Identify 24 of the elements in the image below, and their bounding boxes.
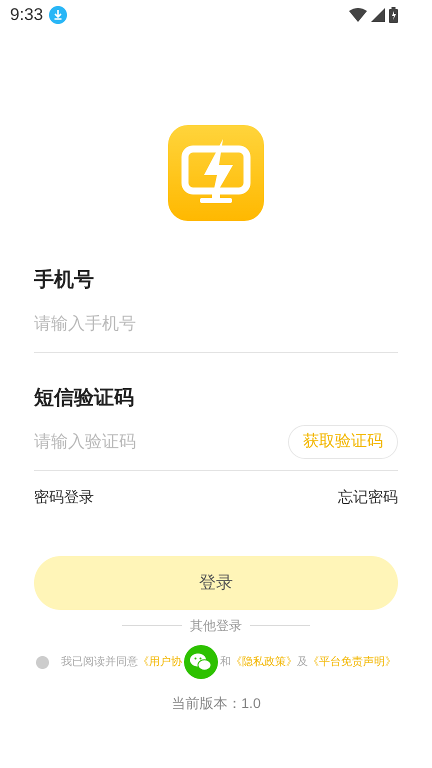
agreement-link[interactable]: 《隐私政策》 <box>231 654 297 670</box>
wifi-icon <box>349 8 367 22</box>
agreement-link[interactable]: 《平台免责声明》 <box>308 654 396 670</box>
phone-input[interactable]: 请输入手机号 <box>34 310 398 336</box>
agree-checkbox[interactable] <box>36 656 49 668</box>
get-code-button[interactable]: 获取验证码 <box>288 424 398 458</box>
status-time: 9:33 <box>10 4 44 26</box>
agreement-text: 和 <box>220 654 231 670</box>
forgot-password-link[interactable]: 忘记密码 <box>338 487 398 510</box>
code-label: 短信验证码 <box>34 386 135 411</box>
app-logo-icon <box>168 125 264 221</box>
signal-icon <box>371 8 385 22</box>
code-input[interactable]: 请输入验证码 <box>34 428 234 454</box>
download-icon <box>49 6 68 24</box>
agreement-text: 及 <box>297 654 308 670</box>
login-button[interactable]: 登录 <box>34 556 398 610</box>
phone-label: 手机号 <box>34 268 95 293</box>
version-text: 当前版本：1.0 <box>171 694 261 713</box>
other-login-label: 其他登录 <box>190 616 242 634</box>
agreement-text: 我已阅读并同意 <box>61 654 138 670</box>
agreement-link[interactable]: 《用户协 <box>138 654 182 670</box>
battery-icon <box>389 7 398 23</box>
wechat-icon[interactable] <box>184 645 218 679</box>
password-login-link[interactable]: 密码登录 <box>34 487 94 510</box>
